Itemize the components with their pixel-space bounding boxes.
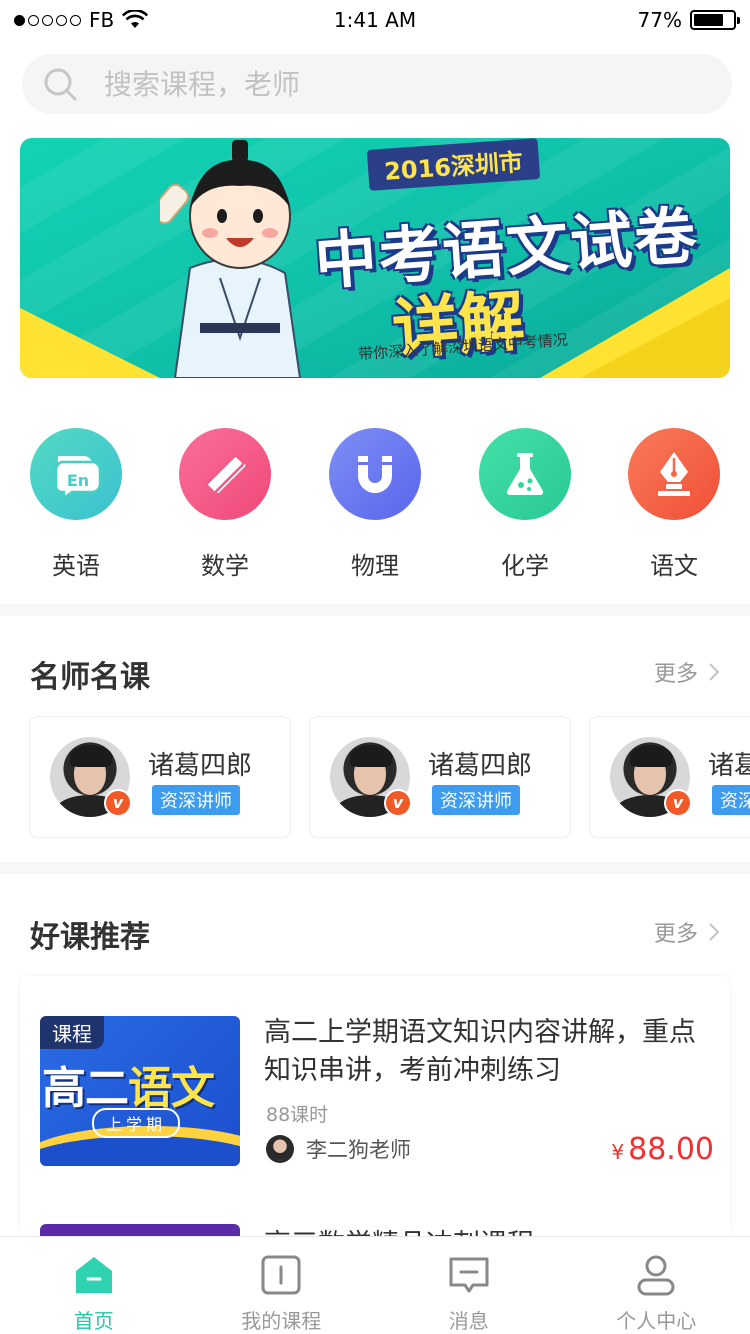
more-label: 更多 bbox=[653, 662, 698, 687]
section-divider bbox=[0, 862, 750, 874]
category-physics[interactable]: 物理 bbox=[320, 428, 430, 581]
svg-text:En: En bbox=[67, 471, 89, 490]
category-label: 数学 bbox=[201, 552, 249, 580]
battery-percent: 77% bbox=[637, 8, 682, 32]
teacher-card[interactable]: v 诸葛四郎 资深讲师 bbox=[309, 716, 571, 838]
teacher-card[interactable]: v 诸葛四郎 资深讲师 bbox=[29, 716, 291, 838]
tab-label: 个人中心 bbox=[616, 1309, 697, 1333]
category-label: 英语 bbox=[52, 552, 100, 580]
cartoon-character bbox=[160, 140, 302, 378]
search-bar[interactable] bbox=[22, 54, 732, 114]
tab-home[interactable]: 首页 bbox=[0, 1237, 188, 1334]
tab-my-courses[interactable]: 我的课程 bbox=[188, 1237, 376, 1334]
teacher-badge: 资深讲师 bbox=[712, 785, 750, 815]
english-chat-icon: En bbox=[30, 428, 122, 520]
category-math[interactable]: 数学 bbox=[170, 428, 280, 581]
course-price: ¥88.00 bbox=[611, 1132, 714, 1167]
flask-icon bbox=[479, 428, 571, 520]
course-teacher: 李二狗老师 bbox=[266, 1134, 411, 1164]
ruler-pencil-icon bbox=[179, 428, 271, 520]
category-row: En 英语 数学 物理 化学 语文 bbox=[0, 428, 750, 588]
search-input[interactable] bbox=[104, 67, 664, 101]
teacher-carousel[interactable]: v 诸葛四郎 资深讲师 v 诸葛四郎 资深讲师 v 诸葛四郎 资深讲师 bbox=[0, 716, 750, 838]
course-thumbnail: 课程 高二语文 上学期 bbox=[40, 1016, 240, 1166]
verified-v-icon: v bbox=[104, 789, 132, 817]
teacher-name: 诸葛四郎 bbox=[148, 751, 253, 781]
recommend-section-title: 好课推荐 bbox=[30, 920, 150, 955]
tab-label: 我的课程 bbox=[241, 1309, 322, 1333]
category-english[interactable]: En 英语 bbox=[21, 428, 131, 581]
tab-messages[interactable]: 消息 bbox=[375, 1237, 563, 1334]
course-thumb-term: 上学期 bbox=[92, 1108, 181, 1138]
tab-profile[interactable]: 个人中心 bbox=[563, 1237, 750, 1334]
profile-icon bbox=[637, 1255, 675, 1296]
status-bar: FB 1:41 AM 77% bbox=[0, 0, 750, 40]
category-label: 化学 bbox=[501, 552, 549, 580]
battery-area: 77% bbox=[637, 8, 740, 32]
category-label: 物理 bbox=[351, 552, 399, 580]
course-teacher-name: 李二狗老师 bbox=[306, 1138, 411, 1162]
pen-nib-icon bbox=[628, 428, 720, 520]
teacher-card[interactable]: v 诸葛四郎 资深讲师 bbox=[589, 716, 750, 838]
category-label: 语文 bbox=[650, 552, 698, 580]
course-tag: 课程 bbox=[40, 1016, 104, 1049]
home-icon bbox=[75, 1257, 112, 1293]
chevron-right-icon bbox=[709, 923, 720, 941]
battery-icon bbox=[690, 10, 740, 30]
message-icon bbox=[449, 1257, 489, 1293]
more-label: 更多 bbox=[653, 922, 698, 947]
category-chemistry[interactable]: 化学 bbox=[470, 428, 580, 581]
verified-v-icon: v bbox=[384, 789, 412, 817]
course-card[interactable]: 课程 高二语文 上学期 高二上学期语文知识内容讲解，重点知识串讲，考前冲刺练习 … bbox=[20, 976, 730, 1236]
verified-v-icon: v bbox=[664, 789, 692, 817]
section-divider bbox=[0, 604, 750, 616]
course-hours: 88课时 bbox=[266, 1104, 329, 1126]
chevron-right-icon bbox=[709, 663, 720, 681]
promo-banner[interactable]: 2016深圳市 中考语文试卷 详解 带你深入了解深圳语文中考情况 bbox=[20, 138, 730, 378]
tab-label: 首页 bbox=[73, 1309, 114, 1333]
famous-section-title: 名师名课 bbox=[30, 660, 150, 695]
teacher-name: 诸葛四郎 bbox=[708, 751, 750, 781]
famous-more-link[interactable]: 更多 bbox=[654, 656, 720, 688]
bottom-tab-bar: 首页 我的课程 消息 个人中心 bbox=[0, 1236, 750, 1334]
course-icon bbox=[261, 1255, 301, 1295]
avatar bbox=[266, 1135, 294, 1163]
recommend-more-link[interactable]: 更多 bbox=[654, 916, 720, 948]
category-chinese[interactable]: 语文 bbox=[619, 428, 729, 581]
teacher-badge: 资深讲师 bbox=[152, 785, 240, 815]
course-thumb-title: 高二语文 bbox=[42, 1063, 215, 1114]
course-title: 高二上学期语文知识内容讲解，重点知识串讲，考前冲刺练习 bbox=[264, 1017, 696, 1086]
teacher-name: 诸葛四郎 bbox=[428, 751, 533, 781]
search-icon bbox=[44, 68, 77, 101]
teacher-badge: 资深讲师 bbox=[432, 785, 520, 815]
tab-label: 消息 bbox=[448, 1309, 489, 1333]
magnet-icon bbox=[329, 428, 421, 520]
